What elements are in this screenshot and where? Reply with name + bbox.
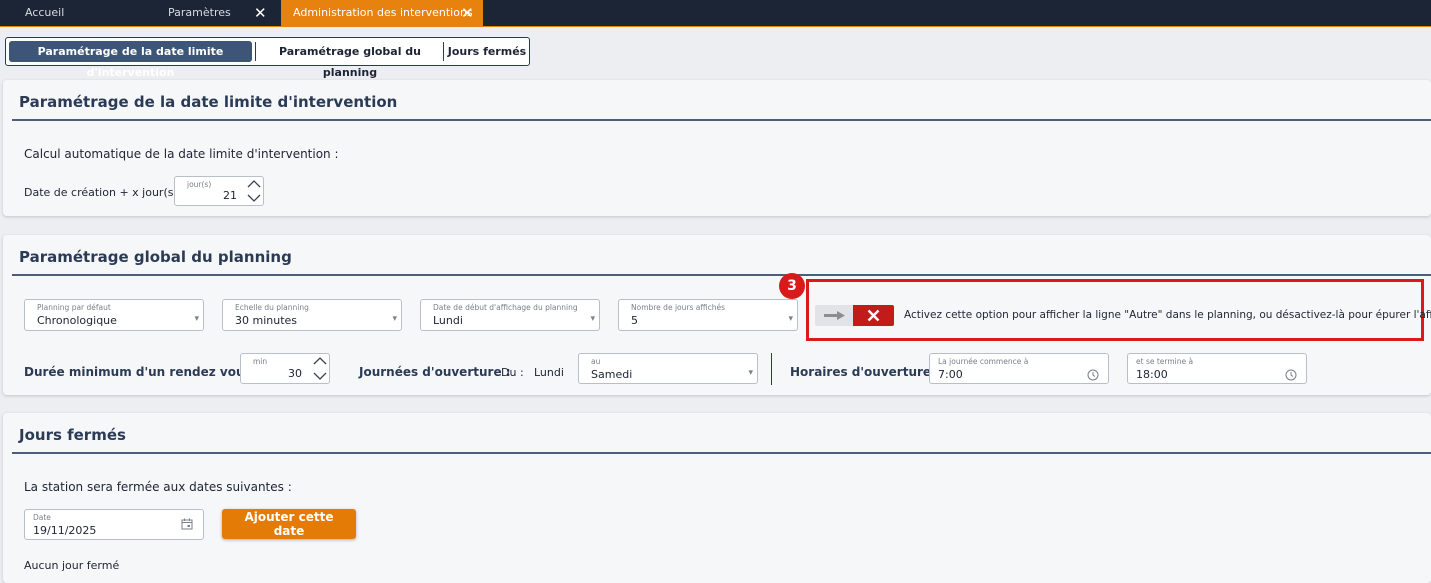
chevron-up-icon[interactable]	[312, 355, 328, 367]
subnav-item-closed-days[interactable]: Jours fermés	[447, 41, 527, 62]
from-label: Du :	[501, 366, 524, 379]
planning-scale-select[interactable]: Echelle du planning 30 minutes ▾	[222, 299, 402, 331]
no-closed-days-text: Aucun jour fermé	[24, 559, 120, 572]
field-value: 19/11/2025	[33, 524, 97, 537]
field-value: 30 minutes	[235, 314, 298, 327]
subnav-item-deadline[interactable]: Paramétrage de la date limite d'interven…	[9, 41, 252, 79]
tab-accueil-label: Accueil	[25, 6, 65, 19]
tab-administration-interventions[interactable]: Administration des interventions ✕	[281, 0, 483, 26]
field-label: La journée commence à	[938, 357, 1029, 366]
panel-title: Paramétrage global du planning	[19, 248, 292, 266]
other-line-toggle[interactable]	[815, 305, 894, 326]
closed-dates-intro: La station sera fermée aux dates suivant…	[24, 480, 292, 494]
chevron-down-icon: ▾	[788, 314, 793, 324]
close-icon[interactable]: ✕	[461, 0, 474, 26]
chevron-down-icon[interactable]	[246, 192, 262, 204]
deadline-panel: Paramétrage de la date limite d'interven…	[3, 80, 1431, 216]
start-day-select[interactable]: Date de début d'affichage du planning Lu…	[420, 299, 600, 331]
field-value: 18:00	[1136, 368, 1168, 381]
days-stepper[interactable]: jour(s) 21	[174, 176, 264, 206]
field-label: Planning par défaut	[37, 303, 111, 312]
tab-parametres-label: Paramètres	[168, 6, 231, 19]
start-hour-input[interactable]: La journée commence à 7:00	[929, 353, 1109, 384]
opening-hours-label: Horaires d'ouverture :	[790, 365, 941, 379]
chevron-down-icon: ▾	[748, 368, 753, 378]
chevron-down-icon: ▾	[392, 314, 397, 324]
close-icon[interactable]: ✕	[254, 0, 267, 26]
highlight-box: Activez cette option pour afficher la li…	[806, 279, 1431, 341]
min-duration-stepper[interactable]: min 30	[240, 353, 330, 384]
chevron-up-icon[interactable]	[246, 178, 262, 190]
from-day-value: Lundi	[534, 366, 564, 379]
x-icon	[867, 309, 880, 322]
field-label: au	[591, 357, 601, 366]
min-duration-value: 30	[288, 367, 302, 380]
tab-accueil[interactable]: Accueil	[0, 0, 140, 26]
closed-days-panel: Jours fermés La station sera fermée aux …	[3, 413, 1431, 583]
tab-parametres[interactable]: Paramètres ✕	[140, 0, 280, 26]
tab-underline	[0, 26, 1431, 27]
to-day-select[interactable]: au Samedi ▾	[578, 353, 758, 384]
top-tab-bar: Accueil Paramètres ✕ Administration des …	[0, 0, 1431, 27]
panel-title: Paramétrage de la date limite d'interven…	[19, 93, 398, 111]
days-field-label: jour(s)	[187, 180, 212, 189]
field-label: Echelle du planning	[235, 303, 309, 312]
toggle-knob	[853, 305, 894, 326]
toggle-track-off	[815, 305, 853, 326]
default-planning-select[interactable]: Planning par défaut Chronologique ▾	[24, 299, 204, 331]
panel-divider	[12, 119, 1431, 121]
add-date-button[interactable]: Ajouter cette date	[222, 509, 356, 539]
chevron-down-icon[interactable]	[312, 370, 328, 382]
closed-date-input[interactable]: Date 19/11/2025	[24, 509, 204, 540]
end-hour-input[interactable]: et se termine à 18:00	[1127, 353, 1307, 384]
field-value: Chronologique	[37, 314, 117, 327]
days-value: 21	[223, 189, 237, 202]
subnav-item-planning[interactable]: Paramétrage global du planning	[258, 41, 442, 79]
section-subnav: Paramétrage de la date limite d'interven…	[5, 37, 530, 79]
field-value: Samedi	[591, 368, 633, 381]
calendar-icon[interactable]	[181, 518, 193, 530]
min-unit-label: min	[253, 357, 268, 366]
tab-administration-label: Administration des interventions	[293, 6, 473, 19]
creation-date-label: Date de création + x jour(s)	[24, 186, 178, 199]
clock-icon[interactable]	[1087, 369, 1099, 381]
field-label: Date de début d'affichage du planning	[433, 303, 578, 312]
toggle-description: Activez cette option pour afficher la li…	[904, 309, 1431, 321]
min-duration-label: Durée minimum d'un rendez vous :	[24, 365, 261, 379]
days-shown-select[interactable]: Nombre de jours affichés 5 ▾	[618, 299, 798, 331]
auto-calc-label: Calcul automatique de la date limite d'i…	[24, 147, 339, 161]
clock-icon[interactable]	[1285, 369, 1297, 381]
opening-days-label: Journées d'ouverture :	[359, 365, 511, 379]
vertical-divider	[771, 353, 772, 385]
chevron-down-icon: ▾	[590, 314, 595, 324]
subnav-divider	[255, 42, 256, 61]
subnav-divider	[443, 42, 444, 61]
field-value: Lundi	[433, 314, 463, 327]
field-value: 5	[631, 314, 638, 327]
panel-title: Jours fermés	[19, 426, 126, 444]
step-number-badge: 3	[779, 273, 805, 299]
panel-divider	[12, 452, 1431, 454]
field-value: 7:00	[938, 368, 963, 381]
arrow-right-icon	[824, 311, 845, 320]
field-label: Nombre de jours affichés	[631, 303, 725, 312]
field-label: Date	[33, 513, 51, 522]
chevron-down-icon: ▾	[194, 314, 199, 324]
panel-divider	[12, 274, 1431, 276]
field-label: et se termine à	[1136, 357, 1194, 366]
